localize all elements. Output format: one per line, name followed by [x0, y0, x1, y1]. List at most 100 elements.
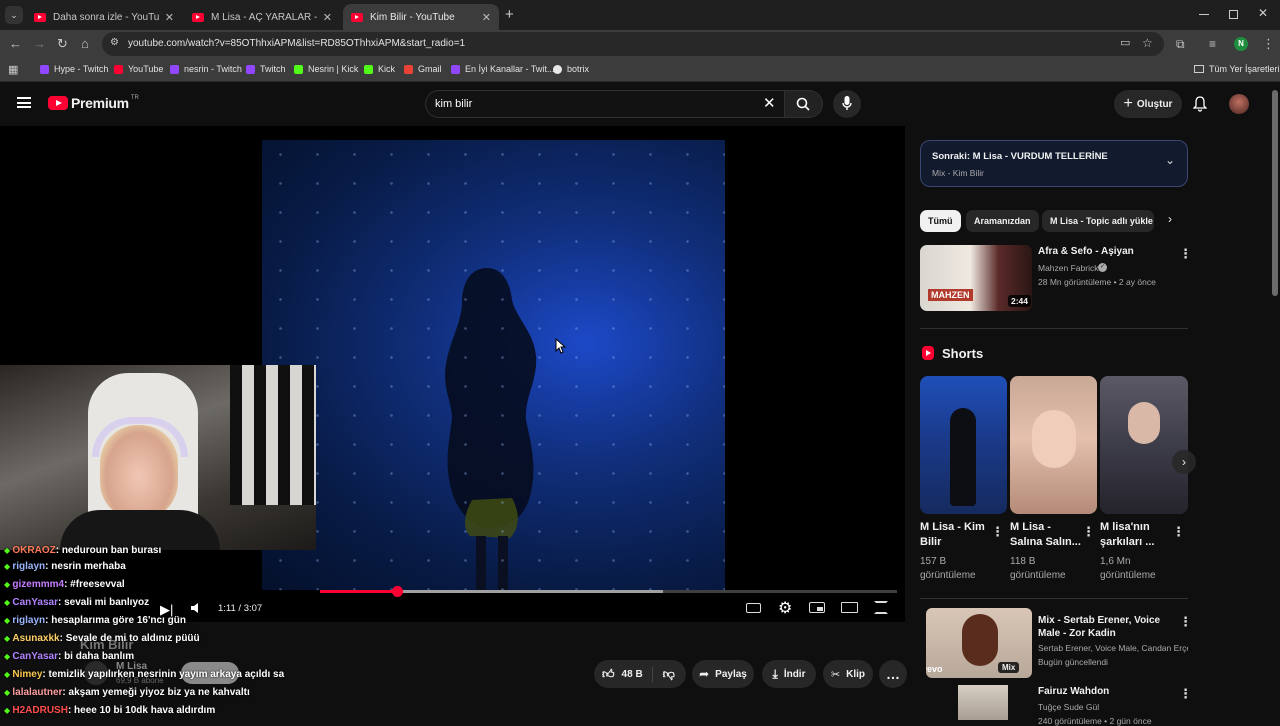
share-button[interactable]: ➦ Paylaş — [692, 660, 754, 688]
up-next-title: Sonraki: M Lisa - VURDUM TELLERİNE — [932, 151, 1108, 162]
share-icon: ➦ — [699, 667, 710, 681]
mix-title[interactable]: Mix - Sertab Erener, Voice Male - Zor Ka… — [1038, 614, 1172, 640]
notifications-bell-icon[interactable] — [1193, 96, 1207, 112]
more-options-icon[interactable]: ⋮ — [1179, 686, 1192, 702]
progress-scrubber[interactable] — [392, 586, 403, 597]
bookmark-item[interactable]: Gmail — [404, 64, 442, 74]
search-button[interactable] — [785, 90, 823, 118]
divider — [920, 598, 1188, 599]
face-shape — [962, 614, 998, 666]
more-actions-button[interactable]: … — [879, 660, 907, 688]
reload-icon[interactable]: ↻ — [57, 37, 68, 51]
like-button[interactable]: 👍︎ 48 B — [594, 666, 653, 682]
chat-text: : temizlik yapılırken nesrinin yayım ark… — [42, 669, 285, 680]
shorts-next-button[interactable]: › — [1172, 450, 1196, 474]
channel-name[interactable]: Tuğçe Sude Gül — [1038, 702, 1099, 712]
site-info-icon[interactable]: ⚙ — [110, 37, 119, 48]
restore-button[interactable] — [1229, 10, 1238, 19]
address-bar[interactable]: ⚙ youtube.com/watch?v=85OThhxiAPM&list=R… — [102, 32, 1164, 56]
short-thumbnail[interactable]: › — [1100, 376, 1196, 514]
youtube-logo[interactable]: Premium TR — [48, 95, 139, 111]
subtitles-icon[interactable] — [746, 603, 761, 613]
voice-search-button[interactable] — [833, 90, 861, 118]
short-thumbnail[interactable] — [1010, 376, 1097, 514]
chip-all[interactable]: Tümü — [920, 210, 961, 232]
minimize-button[interactable] — [1199, 14, 1209, 15]
close-icon[interactable]: ✕ — [323, 11, 332, 24]
hamburger-menu-icon[interactable] — [17, 97, 31, 108]
chat-username: Nimey — [12, 669, 43, 680]
new-tab-button[interactable]: + — [505, 6, 514, 23]
download-button[interactable]: ⤓ İndir — [762, 660, 816, 688]
search-input[interactable]: kim bilir — [435, 98, 472, 110]
mix-thumbnail[interactable]: vevo Mix — [926, 608, 1032, 678]
bookmarks-bar: ▦ Hype - Twitch YouTube nesrin - Twitch … — [0, 58, 1280, 82]
miniplayer-icon[interactable] — [809, 602, 825, 613]
bookmark-item[interactable]: En İyi Kanallar - Twit... — [451, 64, 554, 74]
mouse-cursor-icon — [555, 338, 566, 354]
url-text[interactable]: youtube.com/watch?v=85OThhxiAPM&list=RD8… — [128, 38, 465, 49]
apps-icon[interactable]: ▦ — [8, 63, 18, 76]
bookmark-item[interactable]: Twitch — [246, 64, 286, 74]
close-icon[interactable]: ✕ — [165, 11, 174, 24]
close-icon[interactable]: ✕ — [482, 11, 491, 24]
short-title[interactable]: M Lisa - Salına Salın... — [1010, 520, 1082, 550]
bookmark-item[interactable]: YouTube — [114, 64, 163, 74]
home-icon[interactable]: ⌂ — [81, 37, 89, 51]
bookmark-label: nesrin - Twitch — [184, 64, 242, 74]
video-title[interactable]: Fairuz Wahdon — [1038, 686, 1109, 697]
search-box[interactable]: kim bilir ✕ — [425, 90, 785, 118]
create-button[interactable]: + Oluştur — [1114, 90, 1182, 118]
more-options-icon[interactable]: ⋮ — [1179, 614, 1192, 630]
menu-icon[interactable]: ⋮ — [1262, 37, 1275, 51]
webcam-overlay — [0, 365, 316, 550]
fullscreen-icon[interactable] — [874, 601, 888, 614]
short-title[interactable]: M Lisa - Kim Bilir — [920, 520, 992, 550]
more-options-icon[interactable]: ⋮ — [1179, 246, 1192, 262]
video-thumbnail[interactable]: MAHZEN 2:44 — [920, 245, 1032, 311]
chip-from-search[interactable]: Aramanızdan — [966, 210, 1039, 232]
account-avatar[interactable] — [1229, 94, 1249, 114]
video-thumbnail[interactable] — [958, 685, 1008, 720]
tab-title: Daha sonra izle - YouTube — [53, 11, 159, 23]
chevron-down-icon[interactable]: ⌄ — [1165, 153, 1175, 167]
bookmark-item[interactable]: Kick — [364, 64, 395, 74]
profile-avatar[interactable]: N — [1234, 37, 1248, 51]
bookmark-item[interactable]: botrix — [553, 64, 589, 74]
tab-watch-later[interactable]: Daha sonra izle - YouTube ✕ — [26, 4, 182, 30]
bookmark-item[interactable]: Hype - Twitch — [40, 64, 108, 74]
chat-message: ◆ OKRAOZ: neduroun ban burası — [4, 545, 161, 556]
more-options-icon[interactable]: ⋮ — [1172, 524, 1185, 540]
bookmark-item[interactable]: nesrin - Twitch — [170, 64, 242, 74]
tab-search-button[interactable]: ⌄ — [5, 6, 23, 24]
forward-icon[interactable]: → — [33, 37, 46, 51]
extensions-icon[interactable]: ⧉ — [1176, 37, 1185, 51]
all-bookmarks[interactable]: Tüm Yer İşaretleri — [1194, 64, 1280, 74]
more-options-icon[interactable]: ⋮ — [991, 524, 1004, 540]
video-title[interactable]: Afra & Sefo - Aşiyan — [1038, 246, 1134, 257]
thumbs-down-icon[interactable]: 👎︎ — [653, 667, 675, 682]
bookmark-star-icon[interactable]: ☆ — [1142, 36, 1153, 50]
more-options-icon[interactable]: ⋮ — [1082, 524, 1095, 540]
page-scrollbar[interactable] — [1272, 90, 1278, 296]
up-next-panel[interactable]: Sonraki: M Lisa - VURDUM TELLERİNE Mix -… — [920, 140, 1188, 187]
tab-ac-yaralar[interactable]: M Lisa - AÇ YARALAR - YouTube ✕ — [184, 4, 340, 30]
theater-mode-icon[interactable] — [841, 602, 858, 613]
bookmark-item[interactable]: Nesrin | Kick — [294, 64, 358, 74]
tab-kim-bilir[interactable]: Kim Bilir - YouTube ✕ — [343, 4, 499, 30]
video-meta: 28 Mn görüntüleme • 2 ay önce — [1038, 277, 1156, 287]
bookmark-label: YouTube — [128, 64, 164, 74]
channel-name[interactable]: Mahzen Fabrick — [1038, 263, 1098, 273]
short-title[interactable]: M lisa'nın şarkıları ... — [1100, 520, 1172, 550]
chip-mlisa-topic[interactable]: M Lisa - Topic adlı yükle — [1042, 210, 1154, 232]
clear-search-icon[interactable]: ✕ — [763, 94, 776, 112]
media-icon[interactable]: ≡ — [1209, 37, 1216, 51]
clip-button[interactable]: ✂ Klip — [823, 660, 873, 688]
close-window-button[interactable]: ✕ — [1258, 6, 1268, 20]
chip-scroll-right-icon[interactable]: › — [1168, 212, 1172, 226]
install-icon[interactable]: ▭ — [1120, 36, 1130, 49]
short-thumbnail[interactable] — [920, 376, 1007, 514]
settings-gear-icon[interactable]: ⚙ — [778, 598, 792, 618]
bookmark-label: En İyi Kanallar - Twit... — [465, 64, 555, 74]
back-icon[interactable]: ← — [9, 37, 22, 51]
